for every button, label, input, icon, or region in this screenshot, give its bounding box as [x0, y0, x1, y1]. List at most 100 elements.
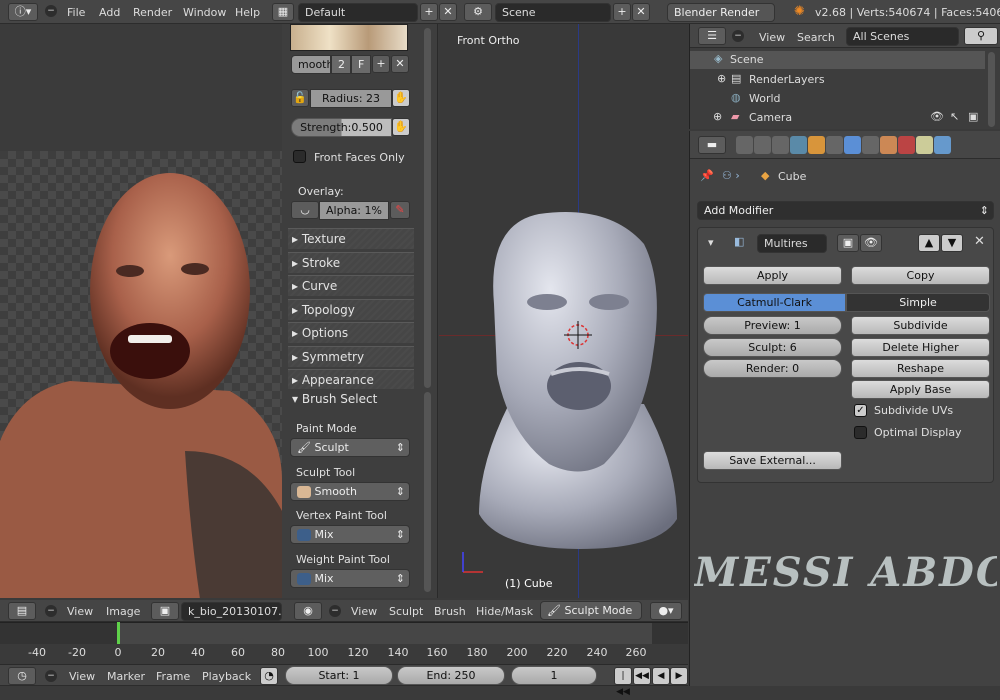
add-modifier-dropdown[interactable]: Add Modifier ⇕: [697, 201, 994, 220]
editor-type-icon[interactable]: ◷: [8, 667, 36, 685]
subdivide-button[interactable]: Subdivide: [851, 316, 990, 335]
texture-tab-icon[interactable]: [898, 136, 915, 154]
timeline[interactable]: -40 -20 0 20 40 60 80 100 120 140 160 18…: [0, 622, 688, 664]
visibility-eye-icon[interactable]: 👁: [930, 110, 944, 123]
delete-scene-button[interactable]: ✕: [632, 3, 650, 21]
apply-base-button[interactable]: Apply Base: [851, 380, 990, 399]
menu-hide-mask[interactable]: Hide/Mask: [476, 605, 533, 618]
scene-selector[interactable]: Scene: [495, 3, 611, 22]
scrollbar-lower[interactable]: [424, 392, 431, 592]
expand-icon[interactable]: ⊕: [713, 110, 722, 123]
panel-options[interactable]: ▸ Options: [288, 322, 414, 343]
radius-field[interactable]: Radius: 23: [310, 89, 392, 108]
collapse-icon[interactable]: −: [329, 605, 341, 617]
physics-tab-icon[interactable]: [934, 136, 951, 154]
current-frame-field[interactable]: 1: [511, 666, 597, 685]
renderable-camera-icon[interactable]: ▣: [968, 110, 978, 123]
constraints-tab-icon[interactable]: [826, 136, 843, 154]
info-editor-icon[interactable]: ⓘ▾: [8, 3, 38, 21]
front-faces-checkbox[interactable]: [293, 150, 306, 163]
menu-marker[interactable]: Marker: [107, 670, 145, 683]
brush-name-field[interactable]: mooth: [291, 55, 331, 74]
image-editor[interactable]: [0, 24, 282, 598]
panel-symmetry[interactable]: ▸ Symmetry: [288, 346, 414, 367]
render-toggle-icon[interactable]: ▣: [837, 234, 859, 252]
collapse-icon[interactable]: −: [45, 670, 57, 682]
sculpt-levels-field[interactable]: Sculpt: 6: [703, 338, 842, 357]
menu-add[interactable]: Add: [99, 6, 120, 19]
paint-mode-dropdown[interactable]: 🖌 Sculpt ⇕: [290, 438, 410, 457]
material-tab-icon[interactable]: [880, 136, 897, 154]
screen-layout-icon[interactable]: ▦: [272, 3, 294, 21]
reshape-button[interactable]: Reshape: [851, 359, 990, 378]
render-engine-selector[interactable]: Blender Render: [667, 3, 775, 22]
strength-slider[interactable]: Strength:0.500: [291, 118, 392, 137]
overlay-eye-icon[interactable]: ◡: [291, 201, 319, 219]
remove-modifier-icon[interactable]: ✕: [974, 234, 985, 249]
add-layout-button[interactable]: +: [420, 3, 438, 21]
panel-curve[interactable]: ▸ Curve: [288, 275, 414, 296]
catmull-clark-toggle[interactable]: Catmull-Clark: [703, 293, 846, 312]
collapse-arrow-icon[interactable]: ▾: [708, 236, 714, 249]
play-icon[interactable]: ▶: [670, 667, 688, 685]
menu-window[interactable]: Window: [183, 6, 226, 19]
menu-playback[interactable]: Playback: [202, 670, 251, 683]
mode-selector[interactable]: 🖌 Sculpt Mode: [540, 601, 642, 620]
menu-search[interactable]: Search: [797, 31, 835, 44]
outliner-row-renderlayers[interactable]: ⊕ ▤ RenderLayers: [690, 70, 985, 89]
menu-view[interactable]: View: [759, 31, 785, 44]
outliner-row-world[interactable]: ◍ World: [690, 89, 985, 108]
scene-tab-icon[interactable]: [772, 136, 789, 154]
vertex-tool-dropdown[interactable]: Mix ⇕: [290, 525, 410, 544]
image-browse-icon[interactable]: ▣: [151, 602, 179, 620]
pressure-radius-icon[interactable]: ✋: [392, 89, 410, 107]
viewport-toggle-icon[interactable]: 👁: [860, 234, 882, 252]
pin-icon[interactable]: 📌: [700, 169, 714, 182]
lock-icon[interactable]: 🔓: [291, 89, 309, 107]
start-frame-field[interactable]: Start: 1: [285, 666, 393, 685]
preview-range-icon[interactable]: ◔: [260, 667, 278, 685]
layers-tab-icon[interactable]: [754, 136, 771, 154]
add-scene-button[interactable]: +: [613, 3, 631, 21]
optimal-display-checkbox[interactable]: [854, 426, 867, 439]
expand-icon[interactable]: ⊕: [717, 72, 726, 85]
sculpt-tool-dropdown[interactable]: Smooth ⇕: [290, 482, 410, 501]
menu-file[interactable]: File: [67, 6, 85, 19]
collapse-icon[interactable]: −: [45, 605, 57, 617]
preview-levels-field[interactable]: Preview: 1: [703, 316, 842, 335]
save-external-button[interactable]: Save External...: [703, 451, 842, 470]
object-tab-icon[interactable]: [808, 136, 825, 154]
collapse-icon[interactable]: −: [45, 5, 57, 17]
jump-start-icon[interactable]: |◀◀: [614, 667, 632, 697]
viewport-3d[interactable]: Front Ortho (1) Cube: [439, 24, 688, 598]
simple-toggle[interactable]: Simple: [846, 293, 990, 312]
collapse-icon[interactable]: −: [732, 30, 744, 42]
pressure-strength-icon[interactable]: ✋: [392, 118, 410, 136]
panel-appearance[interactable]: ▸ Appearance: [288, 369, 414, 390]
outliner-row-scene[interactable]: ◈ Scene: [690, 51, 985, 69]
layout-selector[interactable]: Default: [298, 3, 418, 22]
delete-higher-button[interactable]: Delete Higher: [851, 338, 990, 357]
search-icon[interactable]: ⚲: [964, 27, 998, 45]
image-name-field[interactable]: k_bio_20130107.p: [181, 602, 282, 621]
scene-filter-dropdown[interactable]: All Scenes: [846, 27, 959, 46]
weight-tool-dropdown[interactable]: Mix ⇕: [290, 569, 410, 588]
menu-frame[interactable]: Frame: [156, 670, 190, 683]
scrollbar[interactable]: [424, 28, 431, 388]
shading-icon[interactable]: ●▾: [650, 602, 682, 620]
menu-sculpt[interactable]: Sculpt: [389, 605, 423, 618]
modifier-name-field[interactable]: Multires: [757, 234, 827, 253]
apply-button[interactable]: Apply: [703, 266, 842, 285]
outliner-row-camera[interactable]: ⊕ ▰ Camera 👁 ↖ ▣: [690, 108, 985, 127]
menu-image[interactable]: Image: [106, 605, 140, 618]
brush-users-count[interactable]: 2: [331, 55, 351, 74]
menu-view[interactable]: View: [67, 605, 93, 618]
delete-layout-button[interactable]: ✕: [439, 3, 457, 21]
playhead-marker[interactable]: [117, 622, 120, 644]
editor-type-icon[interactable]: ▬: [698, 136, 726, 154]
selectable-cursor-icon[interactable]: ↖: [950, 110, 959, 123]
modifiers-tab-icon[interactable]: [844, 136, 861, 154]
delete-brush-button[interactable]: ✕: [391, 55, 409, 73]
outliner-scrollbar[interactable]: [988, 52, 995, 127]
menu-render[interactable]: Render: [133, 6, 172, 19]
